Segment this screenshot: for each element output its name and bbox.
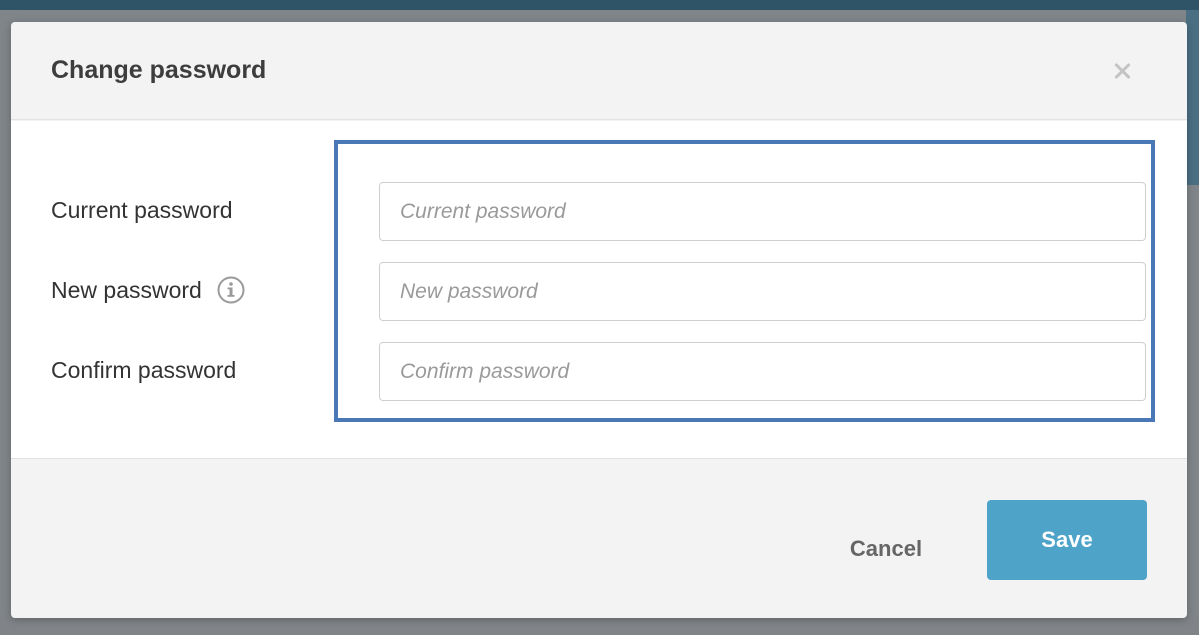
new-password-label-text: New password: [51, 276, 202, 303]
dialog-header: Change password: [11, 22, 1187, 120]
current-password-label-text: Current password: [51, 197, 233, 223]
confirm-password-label: Confirm password: [51, 357, 236, 384]
cancel-button[interactable]: Cancel: [831, 527, 941, 571]
background-page-content: [0, 615, 1199, 635]
close-icon[interactable]: [1107, 56, 1137, 86]
info-icon[interactable]: [216, 275, 246, 305]
save-button[interactable]: Save: [987, 500, 1147, 580]
background-top-bar: [0, 0, 1199, 10]
dialog-body: Current password New password Confirm pa…: [11, 121, 1187, 459]
confirm-password-label-text: Confirm password: [51, 357, 237, 383]
new-password-label: New password: [51, 275, 246, 305]
current-password-label: Current password: [51, 197, 233, 224]
dialog-footer: Cancel Save: [11, 460, 1187, 618]
dialog-title: Change password: [51, 56, 267, 84]
new-password-input[interactable]: [379, 262, 1146, 321]
confirm-password-input[interactable]: [379, 342, 1146, 401]
current-password-input[interactable]: [379, 182, 1146, 241]
background-strip: [1186, 10, 1199, 185]
change-password-dialog: Change password Current password New pas…: [11, 22, 1187, 618]
